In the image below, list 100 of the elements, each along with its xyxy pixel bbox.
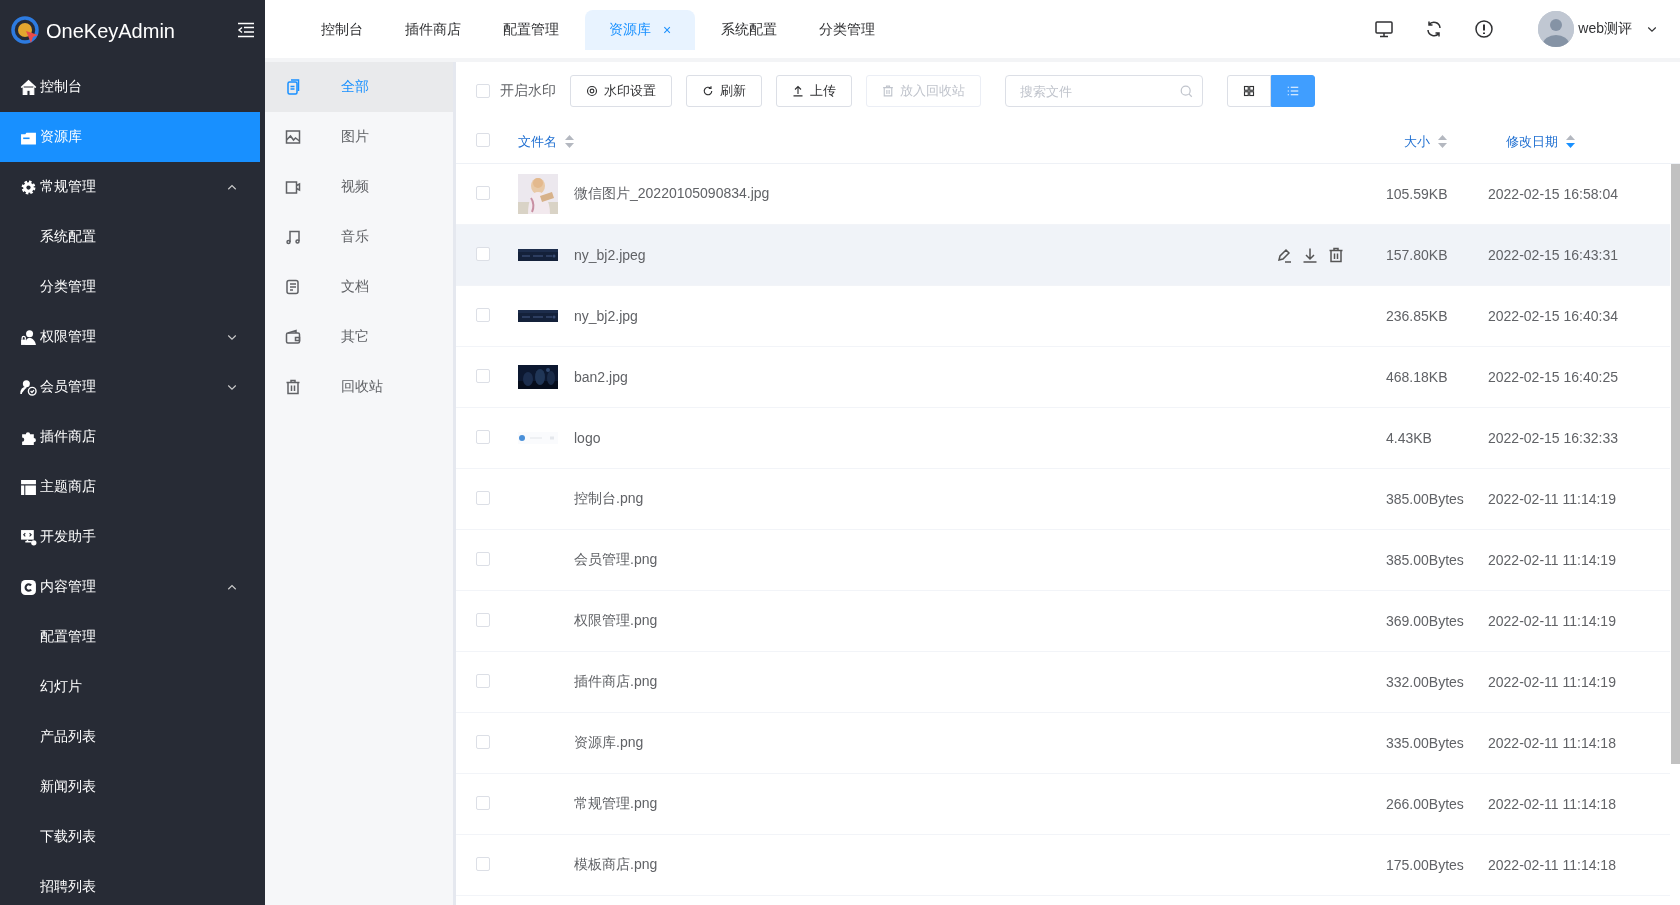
download-icon[interactable] xyxy=(1302,247,1318,263)
file-name: 常规管理.png xyxy=(574,795,659,813)
alert-icon[interactable] xyxy=(1474,19,1495,39)
sidebar-item[interactable]: 下载列表 xyxy=(0,812,265,862)
nav-tab[interactable]: 控制台 xyxy=(305,10,379,50)
file-size: 105.59KB xyxy=(1386,186,1449,202)
category-item[interactable]: 音乐 xyxy=(265,212,453,262)
file-date: 2022-02-11 11:14:19 xyxy=(1488,552,1617,568)
user-lock-icon xyxy=(20,328,37,346)
file-name: 微信图片_20220105090834.jpg xyxy=(574,185,771,203)
category-item[interactable]: 其它 xyxy=(265,312,453,362)
sidebar-item[interactable]: 会员管理 xyxy=(0,362,265,412)
file-size: 4.43KB xyxy=(1386,430,1433,446)
trash-icon[interactable] xyxy=(1328,247,1344,263)
trash-icon xyxy=(285,379,301,395)
gear-icon xyxy=(20,178,37,196)
row-checkbox[interactable] xyxy=(476,307,490,322)
sort-icon[interactable] xyxy=(1438,135,1447,148)
toolbar-button[interactable]: 刷新 xyxy=(686,75,762,107)
nav-tab[interactable]: 系统配置 xyxy=(705,10,794,50)
category-item[interactable]: 视频 xyxy=(265,162,453,212)
file-name: 会员管理.png xyxy=(574,551,659,569)
row-checkbox[interactable] xyxy=(476,673,490,688)
scrollbar-thumb[interactable] xyxy=(1671,164,1680,764)
file-date: 2022-02-11 11:14:18 xyxy=(1488,857,1617,873)
file-date: 2022-02-15 16:40:34 xyxy=(1488,308,1619,324)
sidebar-item[interactable]: 产品列表 xyxy=(0,712,265,762)
column-header[interactable]: 文件名 xyxy=(518,132,557,151)
row-checkbox[interactable] xyxy=(476,612,490,627)
sidebar-item[interactable]: 幻灯片 xyxy=(0,662,265,712)
view-toggle[interactable] xyxy=(1271,75,1315,107)
column-header[interactable]: 大小 xyxy=(1404,132,1430,151)
file-name: 资源库.png xyxy=(574,734,645,752)
code-monitor-icon xyxy=(20,528,37,546)
list-icon xyxy=(1287,85,1299,97)
file-date: 2022-02-11 11:14:19 xyxy=(1488,674,1617,690)
row-checkbox[interactable] xyxy=(476,246,490,261)
user-menu[interactable]: web测评 xyxy=(1538,11,1658,47)
grid-icon xyxy=(1243,85,1255,97)
toolbar-button[interactable]: 水印设置 xyxy=(570,75,672,107)
file-name: ny_bj2.jpg xyxy=(574,308,639,324)
document-icon xyxy=(285,279,301,295)
row-checkbox[interactable] xyxy=(476,795,490,810)
logo-icon xyxy=(11,16,41,46)
file-name: logo xyxy=(574,430,602,446)
sort-icon[interactable] xyxy=(565,135,574,148)
sidebar-item[interactable]: 系统配置 xyxy=(0,212,265,262)
watermark-icon xyxy=(586,85,598,97)
sidebar-item[interactable]: 插件商店 xyxy=(0,412,265,462)
category-item[interactable]: 图片 xyxy=(265,112,453,162)
c-badge-icon xyxy=(20,578,37,596)
row-checkbox[interactable] xyxy=(476,185,490,200)
sidebar-item[interactable]: 招聘列表 xyxy=(0,862,265,905)
sidebar-item[interactable]: 分类管理 xyxy=(0,262,265,312)
sidebar-item[interactable]: 权限管理 xyxy=(0,312,265,362)
row-checkbox[interactable] xyxy=(476,734,490,749)
file-name: 模板商店.png xyxy=(574,856,659,874)
trash-icon xyxy=(882,85,894,97)
category-item[interactable]: 回收站 xyxy=(265,362,453,412)
monitor-icon[interactable] xyxy=(1374,19,1395,39)
watermark-checkbox[interactable] xyxy=(476,84,490,98)
file-date: 2022-02-15 16:40:25 xyxy=(1488,369,1619,385)
sidebar-item[interactable]: 开发助手 xyxy=(0,512,265,562)
select-all-checkbox[interactable] xyxy=(476,133,490,147)
sidebar-item[interactable]: 主题商店 xyxy=(0,462,265,512)
row-checkbox[interactable] xyxy=(476,368,490,383)
edit-icon[interactable] xyxy=(1276,247,1292,263)
document-copy-icon xyxy=(285,79,301,95)
menu-fold-icon[interactable] xyxy=(237,21,255,38)
upload-icon xyxy=(792,85,804,97)
file-date: 2022-02-11 11:14:19 xyxy=(1488,491,1617,507)
file-date: 2022-02-11 11:14:18 xyxy=(1488,796,1617,812)
file-date: 2022-02-11 11:14:19 xyxy=(1488,613,1617,629)
layout-icon xyxy=(20,478,37,496)
column-header[interactable]: 修改日期 xyxy=(1506,132,1558,151)
sort-icon[interactable] xyxy=(1566,135,1575,148)
row-checkbox[interactable] xyxy=(476,551,490,566)
video-icon xyxy=(285,179,301,195)
row-checkbox[interactable] xyxy=(476,429,490,444)
row-checkbox[interactable] xyxy=(476,856,490,871)
sidebar-item[interactable]: 配置管理 xyxy=(0,612,265,662)
file-name: 插件商店.png xyxy=(574,673,659,691)
sidebar-item[interactable]: 常规管理 xyxy=(0,162,265,212)
search-field[interactable]: 搜索文件 xyxy=(1005,75,1203,107)
nav-tab[interactable]: 插件商店 xyxy=(389,10,477,50)
category-item[interactable]: 文档 xyxy=(265,262,453,312)
row-checkbox[interactable] xyxy=(476,490,490,505)
file-size: 335.00Bytes xyxy=(1386,735,1465,751)
sidebar-item[interactable]: 控制台 xyxy=(0,62,265,112)
checkbox-label: 开启水印 xyxy=(500,82,556,100)
sidebar-item[interactable]: 新闻列表 xyxy=(0,762,265,812)
nav-tab[interactable]: 配置管理 xyxy=(487,10,575,50)
toolbar-button[interactable]: 上传 xyxy=(776,75,852,107)
nav-tab[interactable]: 分类管理 xyxy=(803,10,892,50)
file-size: 468.18KB xyxy=(1386,369,1449,385)
search-icon xyxy=(1180,85,1193,98)
app-name: OneKeyAdmin xyxy=(46,19,175,43)
file-date: 2022-02-15 16:58:04 xyxy=(1488,186,1619,202)
file-date: 2022-02-15 16:32:33 xyxy=(1488,430,1619,446)
sidebar-item[interactable]: 内容管理 xyxy=(0,562,265,612)
